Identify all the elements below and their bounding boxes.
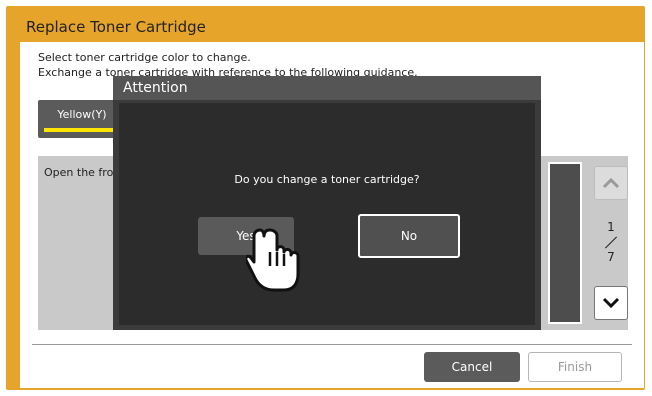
window-title: Replace Toner Cartridge (26, 18, 206, 36)
no-button[interactable]: No (358, 214, 460, 258)
dialog-body: Do you change a toner cartridge? Yes No (119, 103, 535, 325)
hand-pointer-icon (246, 228, 300, 292)
guidance-image-pane (548, 162, 582, 324)
yellow-color-bar (44, 128, 120, 132)
instruction-line-1: Select toner cartridge color to change. (38, 51, 251, 64)
finish-button[interactable]: Finish (528, 352, 622, 382)
page-down-button[interactable] (594, 286, 628, 320)
page-up-button[interactable] (594, 166, 628, 200)
color-tab-label: Yellow(Y) (57, 108, 107, 121)
attention-dialog: Attention Do you change a toner cartridg… (113, 76, 541, 330)
chevron-up-icon (602, 177, 620, 189)
dialog-title-bar: Attention (113, 76, 541, 100)
page-total: 7 (607, 250, 615, 264)
chevron-down-icon (602, 297, 620, 309)
page-current: 1 (607, 220, 615, 234)
page-separator (604, 236, 618, 249)
footer-divider (32, 344, 632, 345)
pager: 1 7 (590, 162, 628, 324)
dialog-title: Attention (123, 80, 188, 96)
dialog-message: Do you change a toner cartridge? (234, 173, 420, 186)
cancel-button[interactable]: Cancel (424, 352, 520, 382)
